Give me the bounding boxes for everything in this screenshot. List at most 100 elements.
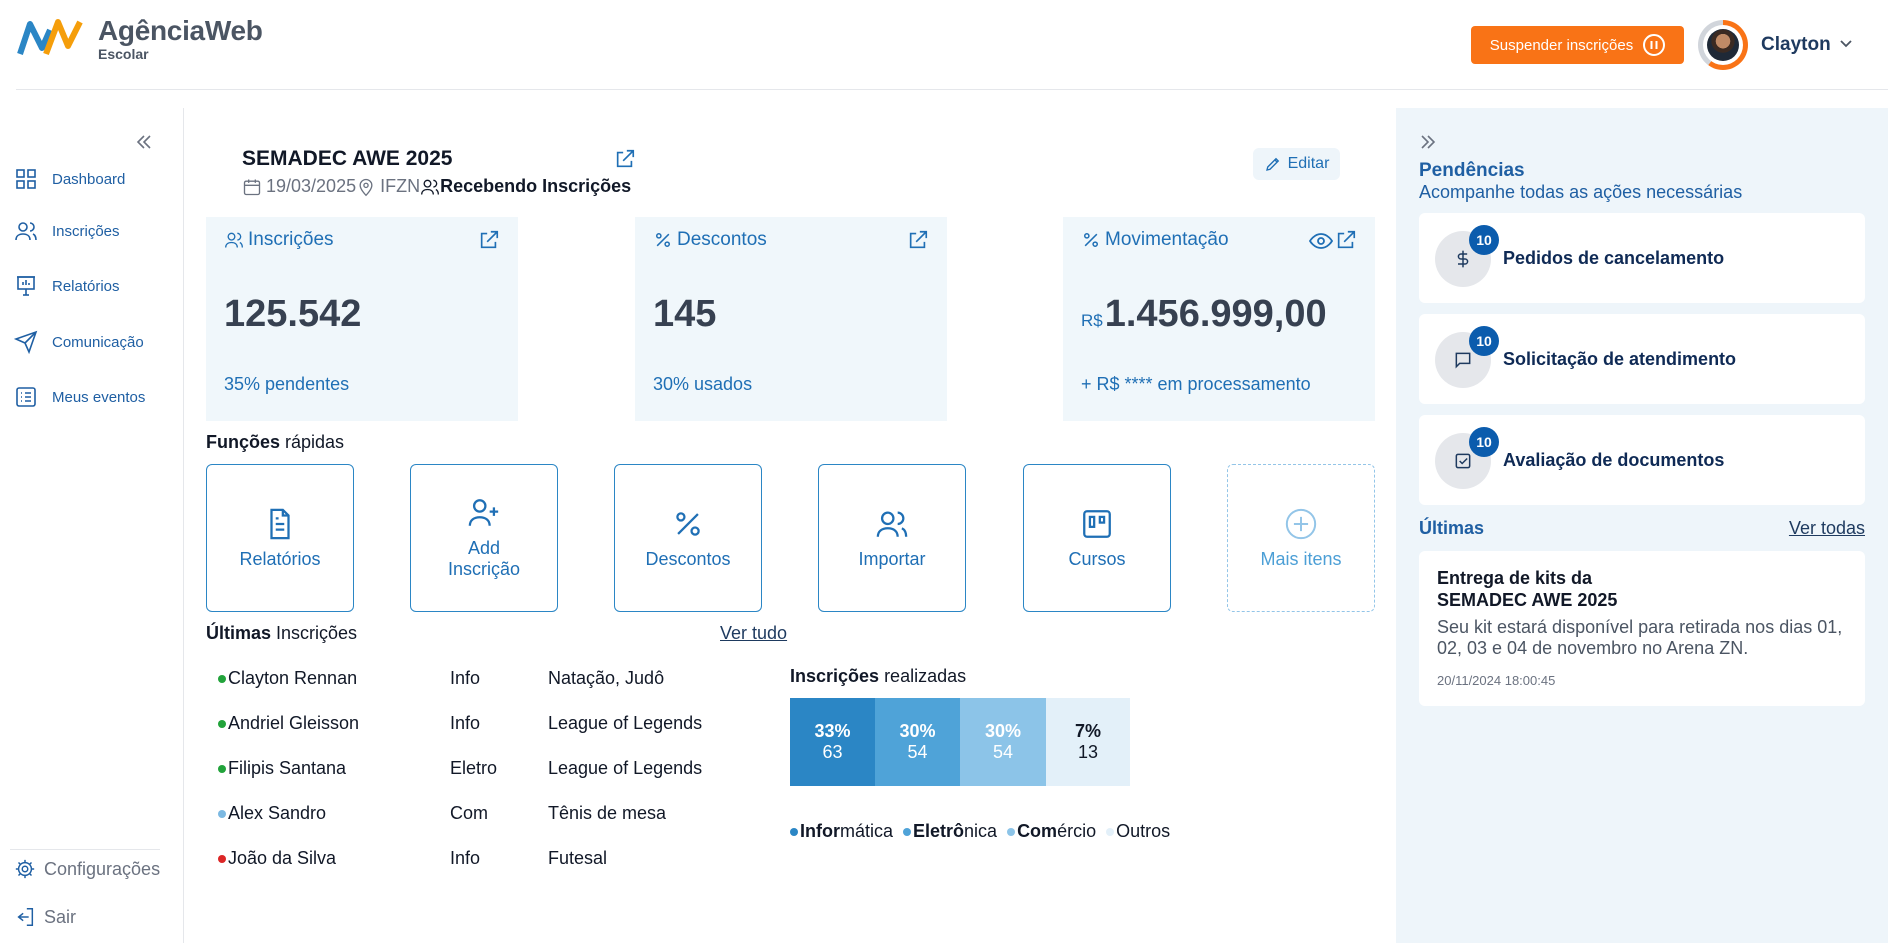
latest-title: Últimas [1419, 518, 1485, 538]
logout-label: Sair [44, 906, 77, 927]
collapse-left-icon[interactable] [134, 132, 154, 152]
edit-label: Editar [1287, 155, 1330, 172]
quick-label: Mais itens [1260, 548, 1342, 569]
quick-add-inscricao-button[interactable]: Add Inscrição [410, 464, 558, 612]
chart-legend: Informática Eletrônica Comércio Outros [790, 821, 1170, 842]
count-badge: 10 [1469, 326, 1499, 356]
user-photo [1707, 29, 1739, 61]
pending-card-atendimento[interactable]: 10 Solicitação de atendimento [1419, 314, 1865, 404]
row-curso: Info [450, 848, 481, 868]
header-divider [16, 89, 1888, 90]
stat-subtext: + R$ **** em processamento [1081, 374, 1311, 394]
stat-subtext: 30% usados [653, 374, 753, 394]
count-badge: 10 [1469, 225, 1499, 255]
settings-label: Configurações [44, 858, 161, 879]
row-curso: Com [450, 803, 489, 823]
avatar[interactable] [1698, 20, 1748, 70]
stat-subtext: 35% pendentes [224, 374, 350, 394]
row-name: Andriel Gleisson [228, 713, 360, 733]
legend-label: Outros [1116, 821, 1171, 841]
external-link-icon[interactable] [478, 229, 500, 251]
quick-label: Relatórios [239, 548, 321, 569]
chart-segment: 33% 63 [790, 698, 875, 786]
quick-importar-button[interactable]: Importar [818, 464, 966, 612]
event-meta: 19/03/2025 IFZN Recebendo Inscrições [242, 176, 631, 197]
stat-card-movimentacao: Movimentação R$1.456.999,00 + R$ **** em… [1063, 217, 1375, 421]
chevron-down-icon[interactable] [1836, 34, 1856, 54]
row-name: Alex Sandro [228, 803, 327, 823]
legend-label: Comércio [1017, 821, 1097, 841]
suspend-label: Suspender inscrições [1489, 36, 1634, 54]
legend-item: Eletrônica [903, 821, 997, 842]
pending-card-documentos[interactable]: 10 Avaliação de documentos [1419, 415, 1865, 505]
quick-mais-itens-button[interactable]: Mais itens [1227, 464, 1375, 612]
stat-card-inscricoes: Inscrições 125.542 35% pendentes [206, 217, 518, 421]
grid-icon [16, 169, 36, 189]
news-card[interactable]: Entrega de kits da SEMADEC AWE 2025 Seu … [1419, 551, 1865, 706]
quick-descontos-button[interactable]: Descontos [614, 464, 762, 612]
percent-icon [1084, 233, 1098, 247]
list-icon [16, 387, 36, 407]
eye-icon[interactable] [1309, 231, 1333, 251]
calendar-icon [243, 179, 261, 195]
quick-cursos-button[interactable]: Cursos [1023, 464, 1171, 612]
stat-label: Descontos [677, 229, 767, 250]
external-link-icon[interactable] [614, 148, 636, 170]
pending-label: Avaliação de documentos [1503, 450, 1725, 470]
logout-icon [17, 908, 34, 926]
row-modalidade: Natação, Judô [548, 668, 665, 688]
legend-dot [790, 827, 798, 836]
sidebar-item-inscricoes[interactable]: Inscrições [14, 218, 120, 244]
sidebar-item-comunicacao[interactable]: Comunicação [14, 329, 144, 355]
suspend-inscriptions-button[interactable]: Suspender inscrições [1471, 26, 1684, 64]
latest-inscriptions-title: Últimas Inscrições [206, 623, 358, 643]
quick-relatorios-button[interactable]: Relatórios [206, 464, 354, 612]
news-title: Entrega de kits da SEMADEC AWE 2025 [1437, 568, 1618, 610]
sidebar-item-relatorios[interactable]: Relatórios [14, 273, 120, 299]
external-link-icon[interactable] [907, 229, 929, 251]
send-icon [14, 330, 38, 354]
pending-title: Pendências [1419, 160, 1525, 181]
users-icon [421, 179, 440, 195]
stat-label: Movimentação [1105, 229, 1229, 250]
edit-event-button[interactable]: Editar [1253, 148, 1340, 180]
segment-count: 13 [1077, 742, 1099, 762]
logo[interactable]: AgênciaWeb Escolar [16, 16, 263, 62]
top-bar: AgênciaWeb Escolar Suspender inscrições … [0, 0, 1888, 90]
stat-value: 145 [653, 293, 717, 335]
row-name: João da Silva [228, 848, 337, 868]
status-dot [218, 855, 226, 863]
pending-subtitle: Acompanhe todas as ações necessárias [1419, 182, 1743, 202]
segment-count: 54 [907, 742, 928, 762]
legend-item: Outros [1106, 821, 1170, 842]
legend-label: Informática [800, 821, 894, 841]
segment-percent: 30% [984, 721, 1022, 741]
external-link-icon[interactable] [1335, 229, 1357, 251]
stat-value: 125.542 [224, 293, 362, 335]
logout-link[interactable]: Sair [14, 906, 76, 928]
news-date: 20/11/2024 18:00:45 [1437, 673, 1556, 688]
pending-card-cancelamento[interactable]: 10 Pedidos de cancelamento [1419, 213, 1865, 303]
ver-tudo-link[interactable]: Ver tudo [720, 623, 787, 644]
percent-icon [676, 511, 700, 536]
quick-label: Importar [858, 548, 926, 569]
sidebar-item-dashboard[interactable]: Dashboard [14, 166, 125, 192]
sidebar: Dashboard Inscrições Relatórios Comunica… [0, 108, 184, 943]
sidebar-item-label: Comunicação [52, 333, 144, 351]
ver-todas-link[interactable]: Ver todas [1789, 518, 1865, 539]
collapse-right-icon[interactable] [1418, 132, 1438, 152]
legend-item: Comércio [1007, 821, 1096, 842]
sidebar-item-label: Meus eventos [52, 388, 146, 406]
sidebar-item-label: Inscrições [52, 222, 120, 240]
event-status: Recebendo Inscrições [440, 176, 632, 196]
users-icon [15, 222, 37, 241]
pending-panel: Pendências Acompanhe todas as ações nece… [1396, 108, 1888, 943]
segment-count: 54 [992, 742, 1014, 762]
gear-icon [15, 859, 35, 879]
logo-mark-icon [17, 19, 83, 56]
settings-link[interactable]: Configurações [14, 858, 160, 880]
sidebar-item-meus-eventos[interactable]: Meus eventos [14, 384, 145, 410]
sidebar-divider [10, 849, 160, 850]
user-name[interactable]: Clayton [1761, 34, 1831, 56]
plus-circle-icon [1285, 508, 1317, 539]
